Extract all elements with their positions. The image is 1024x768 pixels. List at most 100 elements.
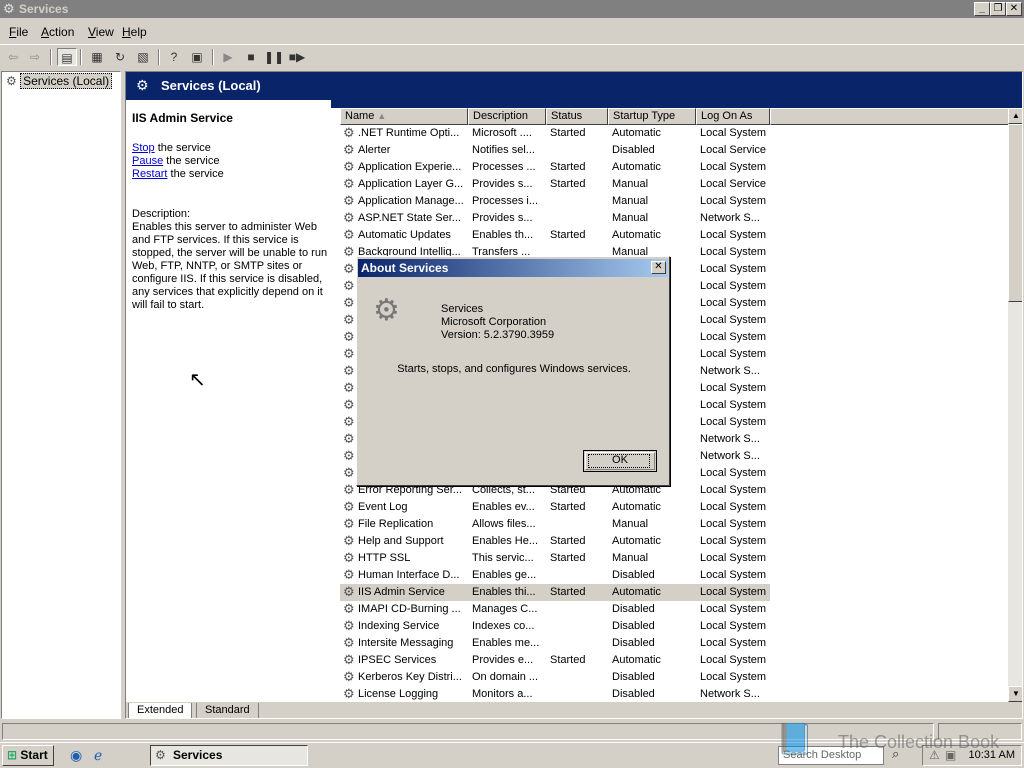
table-row[interactable]: ⚙ Intersite Messaging Enables me... Disable… [340,635,770,652]
restore-button[interactable]: ❐ [990,2,1006,16]
help-icon[interactable]: ? [164,48,184,66]
cell-logon: Network S... [700,688,760,700]
menu-file[interactable]: File [9,25,28,39]
show-hide-tree-icon[interactable]: ▤ [57,48,77,66]
title-bar[interactable]: ⚙ Services _ ❐ ✕ [0,0,1024,18]
back-arrow-icon[interactable]: ⇦ [3,48,23,66]
menu-help[interactable]: Help [122,25,147,39]
service-gear-icon: ⚙ [343,244,355,259]
table-row[interactable]: ⚙ File Replication Allows files... Manual Lo… [340,516,770,533]
cell-name: Automatic Updates [358,229,451,241]
quicklaunch-console-icon[interactable]: ◉ [70,747,82,764]
cell-startup: Disabled [612,671,655,683]
dialog-title-bar[interactable]: About Services ✕ [358,259,668,277]
stop-service-icon[interactable]: ■ [241,48,261,66]
service-gear-icon: ⚙ [343,414,355,429]
table-row[interactable]: ⚙ .NET Runtime Opti... Microsoft .... Start… [340,125,770,142]
column-header-status[interactable]: Status [546,108,608,125]
cell-desc: Processes ... [472,161,536,173]
cell-logon: Local System [700,229,767,241]
table-row[interactable]: ⚙ Help and Support Enables He... Started Aut… [340,533,770,550]
scroll-up-arrow-icon[interactable]: ▲ [1008,108,1022,124]
service-gear-icon: ⚙ [343,550,355,565]
forward-arrow-icon[interactable]: ⇨ [25,48,45,66]
tab-standard[interactable]: Standard [196,703,259,718]
column-header-log-on-as[interactable]: Log On As [696,108,770,125]
table-row[interactable]: ⚙ Human Interface D... Enables ge... Disabl… [340,567,770,584]
ok-button[interactable]: OK [583,450,657,472]
tab-extended[interactable]: Extended [128,703,193,718]
cell-name: Indexing Service [358,620,440,632]
menu-action[interactable]: Action [41,25,74,39]
minimize-button[interactable]: _ [974,2,990,16]
restart-service-icon[interactable]: ■▶ [287,48,307,66]
close-button[interactable]: ✕ [1006,2,1022,16]
service-gear-icon: ⚙ [343,329,355,344]
cell-status: Started [550,161,586,173]
cell-name: Kerberos Key Distri... [358,671,462,683]
cell-name: Event Log [358,501,408,513]
cell-logon: Local Service [700,178,767,190]
pause-service-icon[interactable]: ❚❚ [264,48,284,66]
console-tree: ⚙ Services (Local) [1,71,121,719]
tree-node-services-local[interactable]: ⚙ Services (Local) [6,73,113,89]
scroll-thumb[interactable] [1008,124,1022,302]
internet-explorer-icon[interactable]: ℯ [94,747,102,764]
table-row[interactable]: ⚙ HTTP SSL This servic... Started Manual Loca… [340,550,770,567]
scroll-down-arrow-icon[interactable]: ▼ [1008,686,1022,702]
table-row[interactable]: ⚙ Application Experie... Processes ... Star… [340,159,770,176]
watermark-text: The Collection Book [838,732,1000,752]
export-list-icon[interactable]: ▧ [133,48,153,66]
table-row[interactable]: ⚙ ASP.NET State Ser... Provides s... Manual… [340,210,770,227]
dialog-close-button[interactable]: ✕ [651,261,666,274]
pane-header-title: Services (Local) [161,78,261,93]
cell-status: Started [550,552,586,564]
cell-logon: Local System [700,586,767,598]
view-icon[interactable]: ▣ [187,48,207,66]
cell-logon: Local System [700,246,767,258]
start-button[interactable]: ⊞ Start [2,745,54,766]
cell-logon: Local Service [700,144,767,156]
window-title: Services [19,2,69,16]
cell-logon: Local System [700,314,767,326]
service-gear-icon: ⚙ [343,669,355,684]
restart-link[interactable]: Restart [132,168,167,180]
cell-desc: Processes i... [472,195,539,207]
menu-view[interactable]: View [88,25,114,39]
table-row[interactable]: ⚙ Automatic Updates Enables th... Started Au… [340,227,770,244]
cell-desc: Enables ev... [472,501,535,513]
properties-icon[interactable]: ▦ [87,48,107,66]
start-service-icon[interactable]: ▶ [218,48,238,66]
column-header-startup-type[interactable]: Startup Type [608,108,696,125]
taskbar-item-services[interactable]: ⚙ Services [150,745,308,766]
cell-logon: Local System [700,518,767,530]
table-row[interactable]: ⚙ IIS Admin Service Enables thi... Started A… [340,584,770,601]
service-gear-icon: ⚙ [343,159,355,174]
service-gear-icon: ⚙ [343,601,355,616]
table-row[interactable]: ⚙ Alerter Notifies sel... Disabled Local Ser… [340,142,770,159]
cell-logon: Local System [700,671,767,683]
cell-logon: Local System [700,382,767,394]
cell-startup: Automatic [612,535,661,547]
column-headers: Name ▲ Description Status Startup Type L… [340,108,1010,125]
cell-logon: Local System [700,484,767,496]
column-header-name[interactable]: Name ▲ [340,108,468,125]
table-row[interactable]: ⚙ License Logging Monitors a... Disabled Net… [340,686,770,703]
refresh-icon[interactable]: ↻ [110,48,130,66]
pause-link[interactable]: Pause [132,155,163,167]
toolbar: ⇦ ⇨ ▤ ▦ ↻ ▧ ? ▣ ▶ ■ ❚❚ ■▶ [0,44,1024,68]
table-row[interactable]: ⚙ Application Layer G... Provides s... Star… [340,176,770,193]
table-row[interactable]: ⚙ Event Log Enables ev... Started Automatic L… [340,499,770,516]
column-header-description[interactable]: Description [468,108,546,125]
vertical-scrollbar[interactable]: ▲ ▼ [1008,108,1022,702]
table-row[interactable]: ⚙ IPSEC Services Provides e... Started Autom… [340,652,770,669]
service-gear-icon: ⚙ [343,499,355,514]
table-row[interactable]: ⚙ Application Manage... Processes i... Manu… [340,193,770,210]
table-row[interactable]: ⚙ Kerberos Key Distri... On domain ... Disa… [340,669,770,686]
cell-logon: Network S... [700,212,760,224]
stop-link[interactable]: Stop [132,142,155,154]
ok-button-label: OK [612,454,628,466]
about-services-dialog: About Services ✕ ⚙ Services Microsoft Co… [356,256,670,486]
table-row[interactable]: ⚙ IMAPI CD-Burning ... Manages C... Disable… [340,601,770,618]
table-row[interactable]: ⚙ Indexing Service Indexes co... Disabled Lo… [340,618,770,635]
